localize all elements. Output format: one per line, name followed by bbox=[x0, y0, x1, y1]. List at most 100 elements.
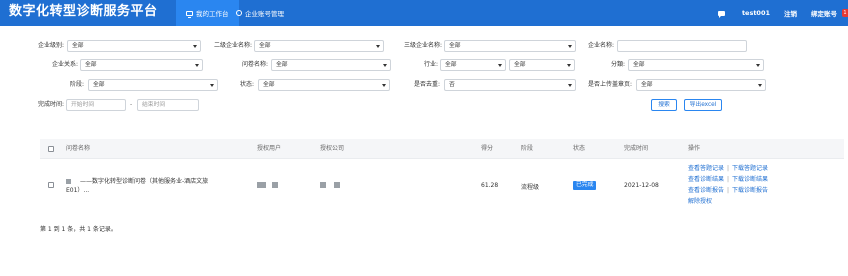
chevron-down-icon bbox=[568, 45, 572, 48]
operation-line-1: 查看答题记录 | 下载答题记录 bbox=[688, 165, 769, 172]
status-badge: 已完成 bbox=[573, 181, 597, 190]
col-questionnaire-name: 问卷名称 bbox=[66, 145, 91, 152]
enterprise-relation-value: 全部 bbox=[85, 62, 97, 68]
second-enterprise-label: 二级企业名称: bbox=[213, 42, 252, 49]
chevron-down-icon bbox=[193, 45, 197, 48]
tab-enterprise-account[interactable]: 企业账号管理 bbox=[226, 0, 294, 26]
operation-line-2: 查看诊断结果 | 下载诊断结果 bbox=[688, 176, 769, 183]
header-right-nav: test001 注销 绑定账号 1 bbox=[717, 0, 848, 26]
table-header: 问卷名称 授权用户 授权公司 得分 阶段 状态 完成时间 操作 bbox=[40, 139, 844, 159]
uploaded-select[interactable]: 全部 bbox=[636, 79, 766, 91]
third-enterprise-label: 三级企业名称: bbox=[403, 42, 442, 49]
tab-my-workbench-label: 我的工作台 bbox=[196, 10, 229, 18]
uploaded-label: 是否上传盖章页: bbox=[587, 81, 632, 88]
row-completion-time: 2021-12-08 bbox=[624, 182, 659, 189]
enterprise-level-label: 企业级别: bbox=[37, 42, 64, 49]
redacted-block bbox=[334, 181, 340, 188]
enterprise-name-label: 企业名称: bbox=[587, 42, 614, 49]
uploaded-value: 全部 bbox=[641, 82, 653, 88]
col-authorized-user: 授权用户 bbox=[257, 145, 282, 152]
questionnaire-name-text: ——数字化转型诊断问卷（其他服务业-酒店文旅 bbox=[80, 178, 209, 185]
redacted-block bbox=[320, 181, 326, 188]
questionnaire-name-line-1: ——数字化转型诊断问卷（其他服务业-酒店文旅 bbox=[66, 177, 256, 186]
bind-account-link[interactable]: 绑定账号 bbox=[811, 8, 837, 18]
redacted-block bbox=[272, 181, 278, 188]
archived-select[interactable]: 否 bbox=[444, 79, 576, 91]
download-diagnosis-result-link[interactable]: 下载诊断结果 bbox=[732, 176, 768, 183]
stage-select[interactable]: 全部 bbox=[88, 79, 218, 91]
questionnaire-name-select[interactable]: 全部 bbox=[271, 59, 391, 71]
status-value: 全部 bbox=[263, 82, 275, 88]
results-table: 问卷名称 授权用户 授权公司 得分 阶段 状态 完成时间 操作 ——数字化转型诊… bbox=[40, 139, 844, 212]
top-nav-bar: 数字化转型诊断服务平台 我的工作台 企业账号管理 test001 注销 绑定账号… bbox=[0, 0, 848, 26]
chevron-down-icon bbox=[758, 84, 762, 87]
category-select[interactable]: 全部 bbox=[628, 59, 764, 71]
row-checkbox[interactable] bbox=[48, 182, 54, 188]
row-authorized-company bbox=[320, 181, 349, 188]
download-answer-record-link[interactable]: 下载答题记录 bbox=[732, 165, 768, 172]
revoke-authorization-link[interactable]: 解除授权 bbox=[688, 198, 712, 205]
category-value: 全部 bbox=[633, 62, 645, 68]
enterprise-level-value: 全部 bbox=[72, 43, 84, 49]
industry-value-1: 全部 bbox=[445, 62, 457, 68]
chevron-down-icon bbox=[756, 64, 760, 67]
chevron-down-icon bbox=[567, 64, 571, 67]
chevron-down-icon bbox=[382, 84, 386, 87]
search-button[interactable]: 搜索 bbox=[651, 99, 677, 111]
chevron-down-icon bbox=[383, 64, 387, 67]
row-score: 61.28 bbox=[481, 182, 499, 189]
row-authorized-user bbox=[257, 181, 287, 188]
redacted-block bbox=[257, 181, 266, 188]
app-title: 数字化转型诊断服务平台 bbox=[9, 4, 158, 19]
questionnaire-name-label: 问卷名称: bbox=[241, 61, 268, 68]
completion-time-label: 完成时间: bbox=[37, 101, 64, 108]
second-enterprise-select[interactable]: 全部 bbox=[254, 40, 384, 52]
monitor-icon bbox=[186, 10, 193, 18]
enterprise-relation-label: 企业关系: bbox=[51, 61, 78, 68]
view-diagnosis-result-link[interactable]: 查看诊断结果 bbox=[688, 176, 724, 183]
view-diagnosis-report-link[interactable]: 查看诊断报告 bbox=[688, 187, 724, 194]
industry-label: 行业: bbox=[423, 61, 438, 68]
questionnaire-name-line-2: E01）... bbox=[66, 187, 90, 194]
view-answer-record-link[interactable]: 查看答题记录 bbox=[688, 165, 724, 172]
second-enterprise-value: 全部 bbox=[259, 43, 271, 49]
start-time-input[interactable]: 开始时间 bbox=[66, 99, 126, 111]
archived-value: 否 bbox=[449, 82, 455, 88]
chevron-down-icon bbox=[498, 64, 502, 67]
user-icon bbox=[236, 10, 242, 16]
enterprise-name-input[interactable] bbox=[617, 40, 747, 52]
username[interactable]: test001 bbox=[742, 9, 770, 17]
operation-line-4: 解除授权 bbox=[688, 197, 712, 206]
archived-label: 是否去重: bbox=[413, 81, 440, 88]
col-stage: 阶段 bbox=[521, 145, 534, 152]
time-range-separator: - bbox=[130, 101, 133, 108]
message-icon[interactable] bbox=[717, 10, 725, 18]
category-label: 分類: bbox=[610, 61, 625, 68]
row-questionnaire-name[interactable]: ——数字化转型诊断问卷（其他服务业-酒店文旅 E01）... bbox=[66, 177, 256, 195]
industry-select-2[interactable]: 全部 bbox=[509, 59, 575, 71]
third-enterprise-select[interactable]: 全部 bbox=[444, 40, 576, 52]
col-operations: 操作 bbox=[688, 145, 701, 152]
export-excel-button[interactable]: 导出excel bbox=[684, 99, 722, 111]
chevron-down-icon bbox=[376, 45, 380, 48]
stage-value: 全部 bbox=[93, 82, 105, 88]
col-authorized-company: 授权公司 bbox=[320, 145, 345, 152]
chevron-down-icon bbox=[195, 64, 199, 67]
operation-line-3: 查看诊断报告 | 下载诊断报告 bbox=[688, 187, 769, 194]
select-all-checkbox[interactable] bbox=[48, 146, 54, 152]
questionnaire-name-value: 全部 bbox=[276, 62, 288, 68]
logout-link[interactable]: 注销 bbox=[784, 8, 797, 18]
col-score: 得分 bbox=[481, 145, 494, 152]
status-select[interactable]: 全部 bbox=[258, 79, 390, 91]
industry-value-2: 全部 bbox=[514, 62, 526, 68]
download-diagnosis-report-link[interactable]: 下载诊断报告 bbox=[732, 187, 768, 194]
enterprise-relation-select[interactable]: 全部 bbox=[80, 59, 203, 71]
row-stage: 流程级 bbox=[521, 184, 540, 191]
enterprise-level-select[interactable]: 全部 bbox=[67, 40, 201, 52]
stage-label: 阶段: bbox=[69, 81, 84, 88]
status-label: 状态: bbox=[239, 81, 254, 88]
redacted-block bbox=[66, 179, 71, 184]
pagination-summary: 第 1 到 1 条，共 1 条记录。 bbox=[40, 226, 117, 233]
industry-select-1[interactable]: 全部 bbox=[440, 59, 506, 71]
end-time-input[interactable]: 结束时间 bbox=[137, 99, 199, 111]
